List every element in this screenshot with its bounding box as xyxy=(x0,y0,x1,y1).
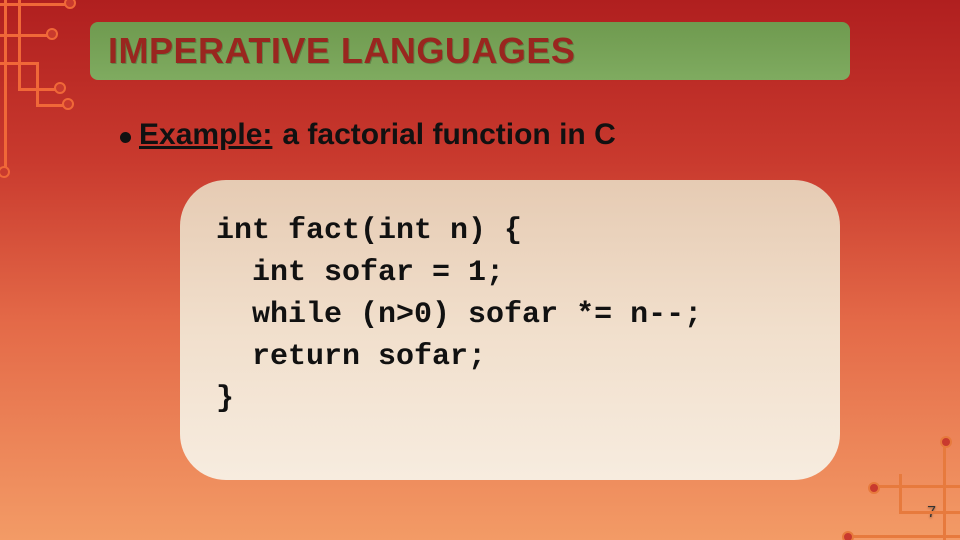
bullet-text: a factorial function in C xyxy=(282,118,615,152)
bullet-line: Example: a factorial function in C xyxy=(120,118,616,152)
code-line: while (n>0) sofar *= n--; xyxy=(216,298,702,332)
bullet-label: Example: xyxy=(139,118,272,152)
slide: IMPERATIVE LANGUAGES Example: a factoria… xyxy=(0,0,960,540)
code-line: int fact(int n) { xyxy=(216,214,522,248)
code-line: return sofar; xyxy=(216,340,486,374)
code-box: int fact(int n) { int sofar = 1; while (… xyxy=(180,180,840,480)
slide-title: IMPERATIVE LANGUAGES xyxy=(108,30,575,72)
code-content: int fact(int n) { int sofar = 1; while (… xyxy=(216,210,804,420)
bullet-dot-icon xyxy=(120,132,131,143)
code-line: } xyxy=(216,382,234,416)
title-bar: IMPERATIVE LANGUAGES xyxy=(90,22,850,80)
code-line: int sofar = 1; xyxy=(216,256,504,290)
